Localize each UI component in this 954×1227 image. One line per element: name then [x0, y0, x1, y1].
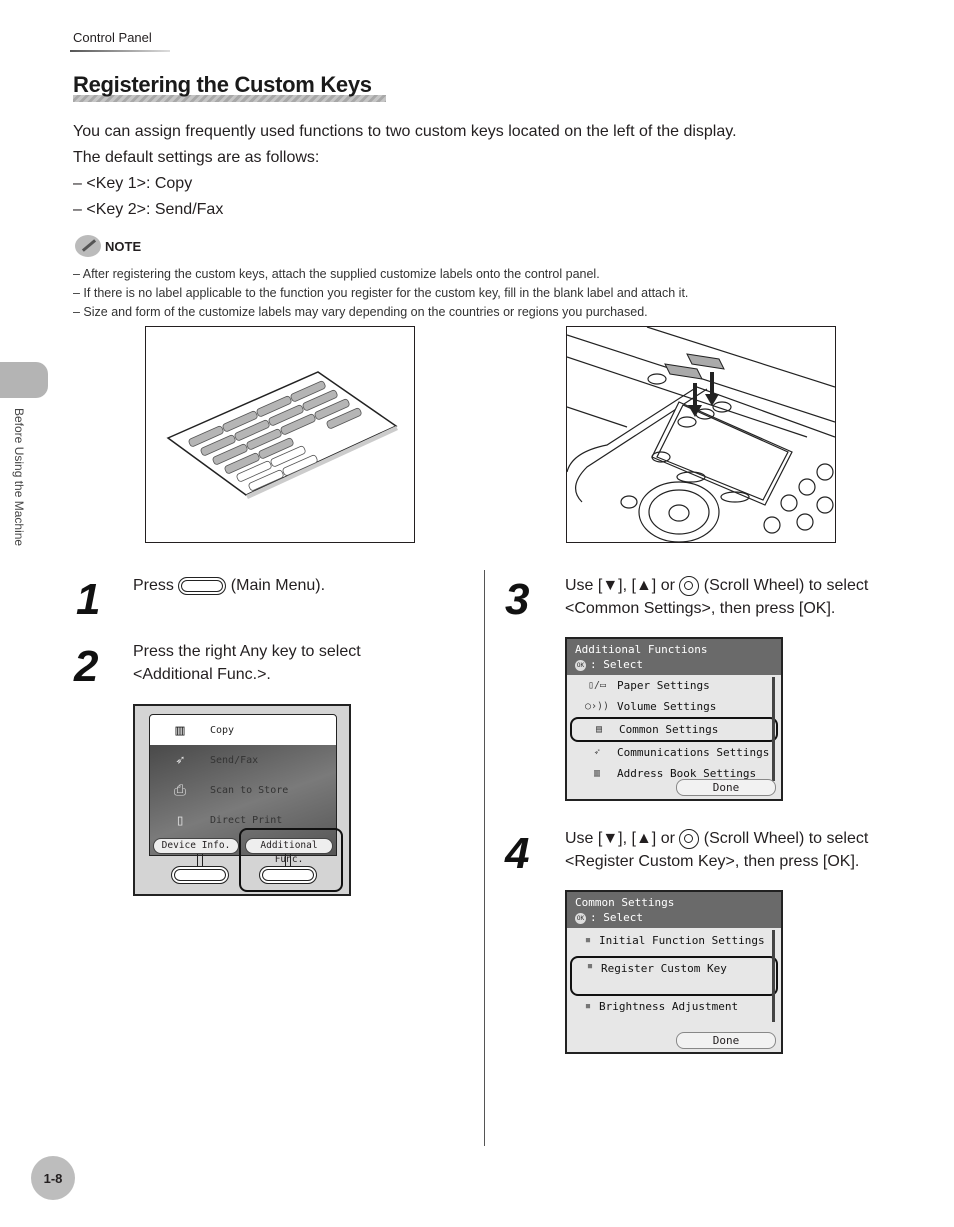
note-label: NOTE [105, 238, 142, 254]
page-number: 1-8 [31, 1156, 75, 1200]
column-divider [484, 570, 485, 1146]
screen-header: Additional Functions OK: Select [567, 639, 781, 675]
usb-print-icon: ▯ [175, 811, 185, 829]
step-4-text: Use [▼], [▲] or (Scroll Wheel) to select… [565, 828, 869, 870]
device-info-button[interactable]: Device Info. [153, 838, 239, 854]
pencil-note-icon [75, 235, 101, 257]
step-3-number: 3 [505, 575, 530, 624]
menu-item-scan-to-store[interactable]: ⎙ Scan to Store [150, 775, 336, 805]
chapter-tab [0, 362, 48, 398]
default-key-1: – <Key 1>: Copy [73, 175, 193, 192]
done-button[interactable]: Done [676, 779, 776, 796]
step-4-number: 4 [505, 829, 530, 878]
main-menu-key-icon [178, 576, 227, 595]
step-1-text: Press (Main Menu). [133, 576, 326, 595]
list-item-volume-settings[interactable]: ○›)) Volume Settings [567, 696, 781, 717]
step-2-number: 2 [74, 642, 99, 691]
note-heading: NOTE [75, 235, 141, 257]
label-sheet-figure [145, 326, 415, 543]
menu-item-send-fax[interactable]: ➶ Send/Fax [150, 745, 336, 775]
label-sheet-illustration [166, 371, 398, 499]
left-any-key[interactable] [171, 866, 229, 884]
address-book-icon: ▥ [593, 768, 601, 779]
send-fax-icon: ➶ [175, 751, 185, 769]
intro-paragraph: You can assign frequently used functions… [73, 119, 737, 223]
key-stem-left [197, 854, 203, 866]
list-item-brightness-adjustment[interactable]: ■ Brightness Adjustment [567, 996, 781, 1016]
bullet-icon: ■ [587, 962, 593, 970]
note-list: – After registering the custom keys, att… [73, 265, 688, 322]
paper-icon: ▯/▭ [587, 680, 607, 691]
chapter-tab-label: Before Using the Machine [12, 408, 26, 547]
page-title: Registering the Custom Keys [73, 72, 372, 97]
list-item-register-custom-key[interactable]: ■ Register Custom Key [570, 956, 778, 996]
intro-line-2: The default settings are as follows: [73, 149, 320, 166]
common-settings-screen: Common Settings OK: Select ■ Initial Func… [565, 890, 783, 1054]
note-item: – If there is no label applicable to the… [73, 286, 689, 300]
scrollbar[interactable] [772, 677, 775, 781]
bullet-icon: ■ [585, 936, 591, 944]
header-rule [70, 50, 170, 52]
scroll-wheel-icon [679, 575, 700, 596]
communications-icon: ➶ [593, 747, 601, 758]
section-header: Control Panel [73, 30, 152, 45]
control-panel-figure [566, 326, 836, 543]
volume-icon: ○›)) [584, 701, 610, 712]
scanner-icon: ⎙ [173, 781, 186, 799]
list-item-common-settings[interactable]: ▤ Common Settings [570, 717, 778, 742]
ok-icon: OK [575, 912, 586, 924]
step-2-text: Press the right Any key to select <Addit… [133, 643, 361, 683]
note-item: – Size and form of the customize labels … [73, 305, 648, 319]
done-button[interactable]: Done [676, 1032, 776, 1049]
right-any-key[interactable] [259, 866, 317, 884]
list-item-paper-settings[interactable]: ▯/▭ Paper Settings [567, 675, 781, 696]
step-1-number: 1 [76, 575, 101, 624]
intro-line-1: You can assign frequently used functions… [73, 123, 737, 140]
additional-functions-screen: Additional Functions OK: Select ▯/▭ Paper… [565, 637, 783, 801]
bullet-icon: ■ [585, 1002, 591, 1010]
main-menu-screen: ▥ Copy ➶ Send/Fax ⎙ Scan to Store ▯ Dire… [133, 704, 351, 896]
common-settings-icon: ▤ [595, 724, 603, 735]
scroll-wheel-icon [679, 828, 700, 849]
list-item-initial-function-settings[interactable]: ■ Initial Function Settings [567, 928, 781, 952]
step-3-text: Use [▼], [▲] or (Scroll Wheel) to select… [565, 575, 869, 617]
list-item-communications-settings[interactable]: ➶ Communications Settings [567, 742, 781, 763]
ok-icon: OK [575, 659, 586, 671]
default-key-2: – <Key 2>: Send/Fax [73, 201, 224, 218]
scrollbar[interactable] [772, 930, 775, 1022]
menu-item-copy[interactable]: ▥ Copy [150, 715, 336, 745]
key-stem-right [285, 854, 291, 866]
screen-header: Common Settings OK: Select [567, 892, 781, 928]
copy-icon: ▥ [175, 721, 185, 739]
control-panel-illustration [567, 327, 835, 542]
note-item: – After registering the custom keys, att… [73, 267, 600, 281]
